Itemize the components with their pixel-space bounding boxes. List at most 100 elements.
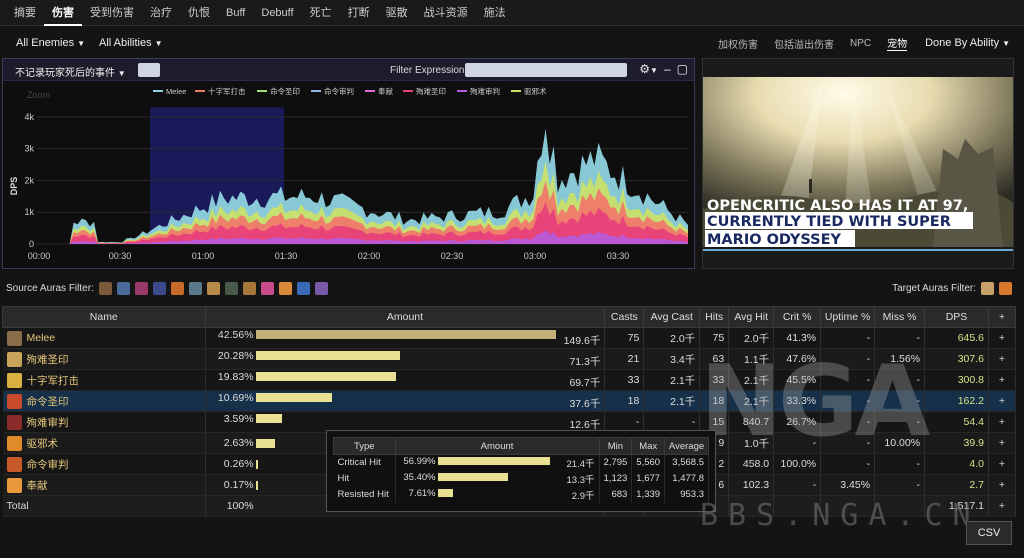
x-tick-label: 02:30 xyxy=(441,251,464,261)
expand-button[interactable]: + xyxy=(988,432,1017,454)
aura-icon[interactable] xyxy=(224,282,238,295)
aura-icon[interactable] xyxy=(170,282,184,295)
option-npc[interactable]: NPC xyxy=(850,38,871,49)
aura-icon[interactable] xyxy=(206,282,220,295)
column-header-9[interactable]: DPS xyxy=(924,306,989,328)
tab-7[interactable]: 死亡 xyxy=(302,0,340,26)
dps-cell: 4.0 xyxy=(924,453,989,475)
expand-button[interactable]: + xyxy=(988,411,1017,433)
tab-8[interactable]: 打断 xyxy=(340,0,378,26)
ability-name-cell[interactable]: 命令圣印 xyxy=(2,390,206,412)
expand-button[interactable]: + xyxy=(988,369,1017,391)
expand-button[interactable]: + xyxy=(988,495,1017,517)
tab-5[interactable]: Buff xyxy=(218,0,253,26)
aura-icon[interactable] xyxy=(314,282,328,295)
death-events-toggle[interactable] xyxy=(138,63,160,77)
column-header-1[interactable]: Amount xyxy=(204,306,606,328)
ability-name[interactable]: 殉难圣印 xyxy=(27,352,69,367)
option-pets[interactable]: 宠物 xyxy=(887,35,908,51)
column-header-4[interactable]: Hits xyxy=(699,306,730,328)
option-include-overkill[interactable]: 包括溢出伤害 xyxy=(774,36,834,51)
video-caption-line3: MARIO ODYSSEY xyxy=(707,232,842,248)
hit-min: 1,123 xyxy=(599,470,633,487)
dps-chart[interactable]: 0 1k 2k 3k 4k Zoom DPS 00:00 00:30 01:00 01:30 02:0… xyxy=(3,81,694,268)
hit-average: 1,477.8 xyxy=(664,470,709,487)
uptime-cell: 3.45% xyxy=(820,474,876,496)
column-header-10[interactable]: + xyxy=(987,306,1017,328)
tab-3[interactable]: 治疗 xyxy=(142,0,180,26)
aura-icon[interactable] xyxy=(981,282,994,295)
ability-name-cell[interactable]: 殉难圣印 xyxy=(2,348,206,370)
aura-icon[interactable] xyxy=(242,282,256,295)
ability-name[interactable]: 十字军打击 xyxy=(27,373,80,388)
aura-icon[interactable] xyxy=(260,282,274,295)
view-options: 加权伤害 包括溢出伤害 NPC 宠物 Done By Ability ▼ xyxy=(702,32,1010,54)
expand-button[interactable]: + xyxy=(988,327,1017,349)
aura-icon[interactable] xyxy=(188,282,202,295)
zoom-label: Zoom xyxy=(27,90,50,100)
ability-name[interactable]: 奉献 xyxy=(27,478,48,493)
enemies-dropdown[interactable]: All Enemies ▼ xyxy=(16,37,85,49)
tab-11[interactable]: 施法 xyxy=(476,0,514,26)
ability-name[interactable]: 驱邪术 xyxy=(27,436,59,451)
abilities-dropdown[interactable]: All Abilities ▼ xyxy=(99,37,163,49)
column-header-6[interactable]: Crit % xyxy=(773,306,822,328)
ability-name[interactable]: 命令审判 xyxy=(27,457,69,472)
column-header-5[interactable]: Avg Hit xyxy=(728,306,775,328)
filter-expression-input[interactable] xyxy=(465,63,627,77)
amount-bar-track xyxy=(256,414,556,424)
tooltip-header: Type Amount Min Max Average xyxy=(333,437,709,455)
ability-name[interactable]: Melee xyxy=(27,332,56,344)
aura-icon[interactable] xyxy=(134,282,148,295)
filter-bar: All Enemies ▼ All Abilities ▼ 加权伤害 包括溢出伤害 … xyxy=(0,32,1024,54)
tooltip-row: Hit 35.40% 13.3千 1,123 1,677 1,477.8 xyxy=(333,470,709,487)
maximize-icon[interactable]: ▢ xyxy=(677,62,688,76)
minimize-icon[interactable]: – xyxy=(664,62,671,76)
legend-label: 奉献 xyxy=(378,86,393,96)
aura-icon[interactable] xyxy=(98,282,112,295)
death-events-dropdown[interactable]: 不记录玩家死后的事件 ▼ xyxy=(15,64,126,79)
ability-name-cell[interactable]: 命令审判 xyxy=(2,453,206,475)
column-header-0[interactable]: Name xyxy=(2,306,206,328)
done-by-dropdown[interactable]: Done By Ability ▼ xyxy=(925,37,1010,49)
aura-icon[interactable] xyxy=(116,282,130,295)
tab-4[interactable]: 仇恨 xyxy=(180,0,218,26)
ability-name-cell[interactable]: Melee xyxy=(2,327,206,349)
csv-export-button[interactable]: CSV xyxy=(966,521,1012,545)
x-tick-label: 02:00 xyxy=(358,251,381,261)
ability-name-cell[interactable]: 驱邪术 xyxy=(2,432,206,454)
expand-button[interactable]: + xyxy=(988,474,1017,496)
column-header-7[interactable]: Uptime % xyxy=(820,306,876,328)
target-auras-filter: Target Auras Filter: xyxy=(892,282,1012,295)
ability-name-cell[interactable]: 殉难审判 xyxy=(2,411,206,433)
ability-name-cell[interactable]: 奉献 xyxy=(2,474,206,496)
aura-icon[interactable] xyxy=(999,282,1012,295)
column-header-2[interactable]: Casts xyxy=(604,306,645,328)
ability-name[interactable]: 命令圣印 xyxy=(27,394,69,409)
expand-button[interactable]: + xyxy=(988,390,1017,412)
aura-icon[interactable] xyxy=(296,282,310,295)
aura-icon[interactable] xyxy=(278,282,292,295)
amount-percent: 10.69% xyxy=(217,391,254,404)
tab-1[interactable]: 伤害 xyxy=(44,0,82,26)
y-tick-label: 4k xyxy=(24,112,34,122)
ability-name[interactable]: 殉难审判 xyxy=(27,415,69,430)
amount-bar-track xyxy=(256,330,557,340)
option-weighted-damage[interactable]: 加权伤害 xyxy=(718,36,758,51)
amount-cell: 19.83% 69.7千 xyxy=(205,369,606,391)
tab-9[interactable]: 驱散 xyxy=(378,0,416,26)
tab-2[interactable]: 受到伤害 xyxy=(82,0,142,26)
tab-10[interactable]: 战斗资源 xyxy=(416,0,476,26)
tab-6[interactable]: Debuff xyxy=(253,0,301,26)
ability-name-cell[interactable]: 十字军打击 xyxy=(2,369,206,391)
column-header-3[interactable]: Avg Cast xyxy=(643,306,701,328)
expand-button[interactable]: + xyxy=(988,348,1017,370)
tab-0[interactable]: 摘要 xyxy=(6,0,44,26)
gear-icon[interactable]: ⚙▼ xyxy=(639,62,658,76)
aura-icon[interactable] xyxy=(152,282,166,295)
x-tick-label: 00:30 xyxy=(109,251,132,261)
expand-button[interactable]: + xyxy=(988,453,1017,475)
column-header-8[interactable]: Miss % xyxy=(874,306,926,328)
amount-value: 69.7千 xyxy=(569,376,601,389)
hit-percent: 56.99% xyxy=(403,455,436,467)
